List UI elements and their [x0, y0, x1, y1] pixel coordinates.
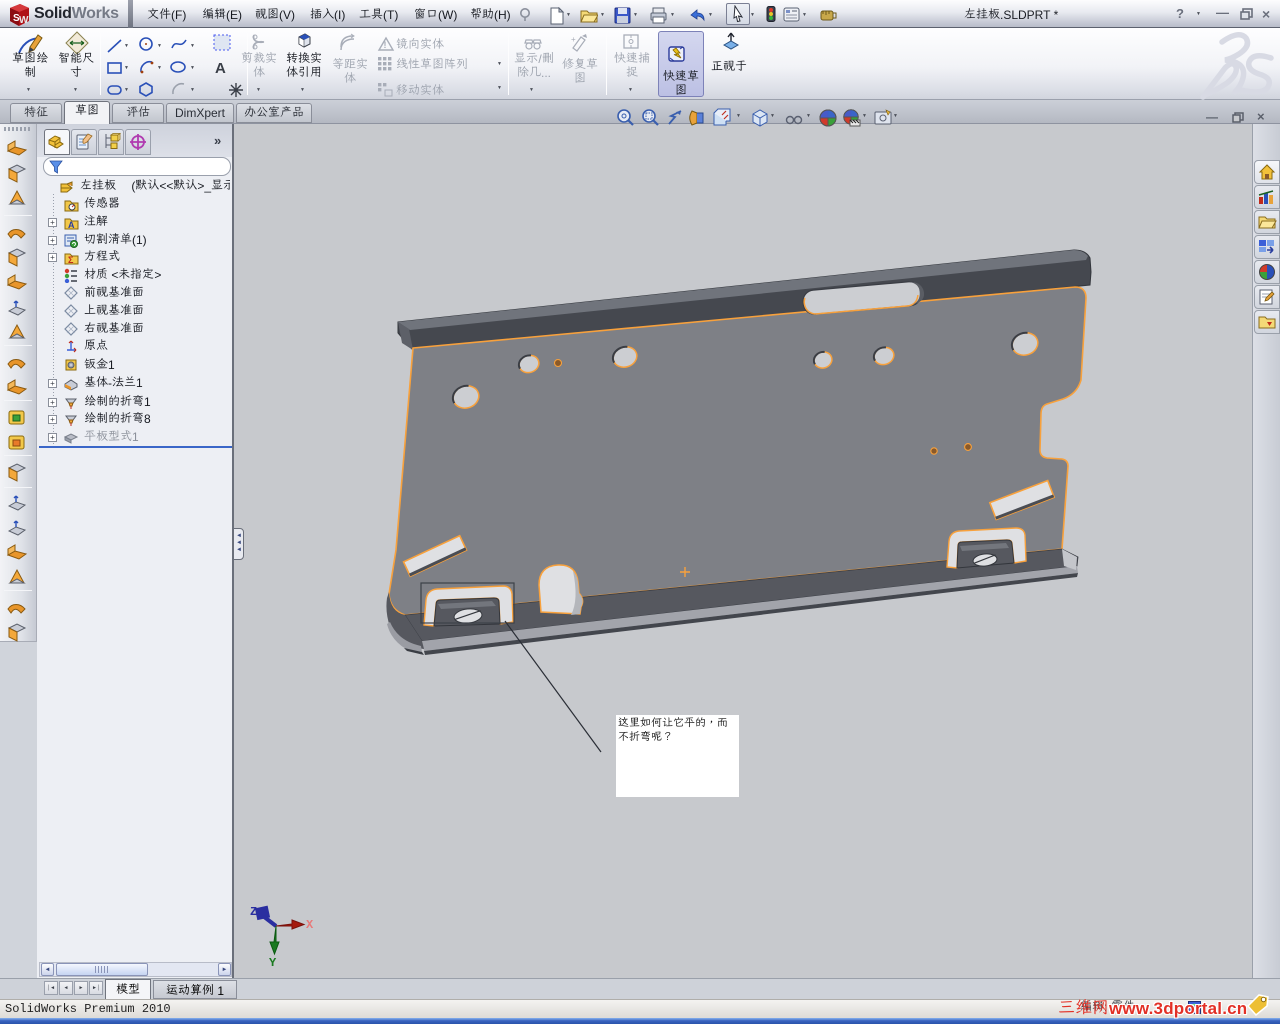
svg-text:X: X: [306, 918, 314, 932]
svg-text:Z: Z: [250, 905, 257, 919]
svg-text:Y: Y: [269, 956, 277, 970]
